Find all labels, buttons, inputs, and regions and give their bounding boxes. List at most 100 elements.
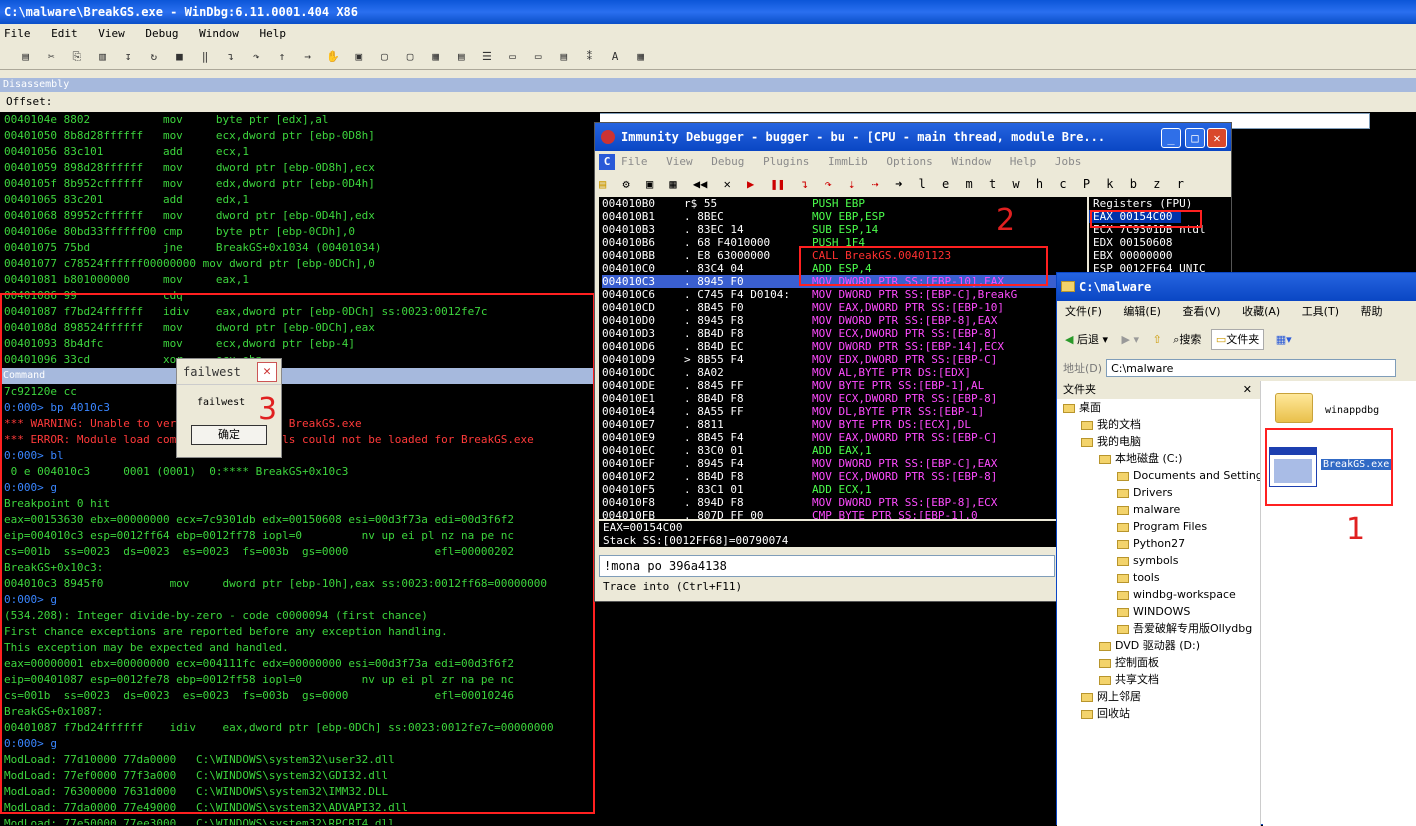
run-to-cursor-icon[interactable]: → <box>298 48 317 66</box>
ex-menu-edit[interactable]: 编辑(E) <box>1123 305 1161 318</box>
command-window-icon[interactable]: ▣ <box>349 48 368 66</box>
im-menu-help[interactable]: Help <box>1010 155 1037 168</box>
cut-icon[interactable]: ✂ <box>42 48 61 66</box>
step-into-icon[interactable]: ↴ <box>801 177 808 191</box>
registers-pane[interactable]: Registers (FPU) EAX 00154C00 ECX 7C9301D… <box>1089 197 1231 277</box>
go-icon[interactable]: ↧ <box>119 48 138 66</box>
paste-icon[interactable]: ▥ <box>93 48 112 66</box>
immunity-title-bar[interactable]: Immunity Debugger - bugger - bu - [CPU -… <box>595 123 1231 151</box>
cpu-row[interactable]: 004010F2 . 8B4D F8 MOV ECX,DWORD PTR SS:[E… <box>602 470 1087 483</box>
source-mode-icon[interactable]: ▤ <box>554 48 573 66</box>
command-bar-input[interactable]: !mona po 396a4138 <box>599 555 1055 577</box>
cpu-row[interactable]: 004010EC . 83C0 01 ADD EAX,1 <box>602 444 1087 457</box>
back-button[interactable]: ◀ 后退 ▾ <box>1065 333 1108 346</box>
minimize-icon[interactable]: _ <box>1161 128 1181 148</box>
disasm-line[interactable]: 00401077 c78524ffffff00000000 mov dword … <box>4 256 600 272</box>
registers-window-icon[interactable]: ▦ <box>426 48 445 66</box>
cpu-row[interactable]: 004010DE . 8845 FF MOV BYTE PTR SS:[EBP-1]… <box>602 379 1087 392</box>
cpu-row[interactable]: 004010D0 . 8945 F8 MOV DWORD PTR SS:[EBP-8… <box>602 314 1087 327</box>
im-menu-jobs[interactable]: Jobs <box>1055 155 1082 168</box>
tb-k[interactable]: k <box>1106 177 1113 191</box>
pause-icon[interactable]: ❚❚ <box>771 177 785 191</box>
step-out-icon[interactable]: ↑ <box>272 48 291 66</box>
trace-over-icon[interactable]: ⇢ <box>872 177 879 191</box>
scratch-pad-icon[interactable]: ▭ <box>529 48 548 66</box>
close-icon[interactable]: ✕ <box>257 362 277 382</box>
tree-node[interactable]: 控制面板 <box>1057 654 1260 671</box>
cpu-row[interactable]: 004010E9 . 8B45 F4 MOV EAX,DWORD PTR SS:[E… <box>602 431 1087 444</box>
tb-h[interactable]: h <box>1036 177 1043 191</box>
open-icon[interactable]: ▤ <box>599 177 606 191</box>
tb-c[interactable]: c <box>1059 177 1066 191</box>
im-menu-plugins[interactable]: Plugins <box>763 155 809 168</box>
grid-icon[interactable]: ▦ <box>669 177 676 191</box>
im-menu-options[interactable]: Options <box>886 155 932 168</box>
disasm-line[interactable]: 00401059 898d28ffffff mov dword ptr [ebp… <box>4 160 600 176</box>
open-icon[interactable]: ▤ <box>16 48 35 66</box>
run-icon[interactable]: ▶ <box>747 177 754 191</box>
tree-node[interactable]: 我的电脑 <box>1057 433 1260 450</box>
tree-node[interactable]: 回收站 <box>1057 705 1260 722</box>
folder-tree[interactable]: 文件夹 ✕ 桌面 我的文档 我的电脑 本地磁盘 (C:) Documents and Se… <box>1057 381 1261 826</box>
cpu-row[interactable]: 004010E7 . 8811 MOV BYTE PTR DS:[ECX],DL <box>602 418 1087 431</box>
tree-node[interactable]: 吾爱破解专用版Ollydbg <box>1057 620 1260 637</box>
cpu-row[interactable]: 004010EF . 8945 F4 MOV DWORD PTR SS:[EBP-C… <box>602 457 1087 470</box>
ex-menu-view[interactable]: 查看(V) <box>1182 305 1220 318</box>
tree-node[interactable]: 我的文档 <box>1057 416 1260 433</box>
disasm-line[interactable]: 00401081 b801000000 mov eax,1 <box>4 272 600 288</box>
ex-menu-favorites[interactable]: 收藏(A) <box>1242 305 1280 318</box>
tree-node[interactable]: 网上邻居 <box>1057 688 1260 705</box>
cpu-row[interactable]: 004010F5 . 83C1 01 ADD ECX,1 <box>602 483 1087 496</box>
ex-menu-file[interactable]: 文件(F) <box>1065 305 1102 318</box>
tb-w[interactable]: w <box>1012 177 1019 191</box>
address-input[interactable]: C:\malware <box>1106 359 1397 377</box>
step-over-icon[interactable]: ↷ <box>825 177 832 191</box>
explorer-title-bar[interactable]: C:\malware <box>1057 273 1416 301</box>
tb-b[interactable]: b <box>1130 177 1137 191</box>
cpu-row[interactable]: 004010CD . 8B45 F0 MOV EAX,DWORD PTR SS:[E… <box>602 301 1087 314</box>
tb-p[interactable]: P <box>1083 177 1090 191</box>
im-menu-file[interactable]: File <box>621 155 648 168</box>
tree-node[interactable]: symbols <box>1057 552 1260 569</box>
im-menu-debug[interactable]: Debug <box>711 155 744 168</box>
tree-node[interactable]: WINDOWS <box>1057 603 1260 620</box>
cpu-row[interactable]: 004010D6 . 8B4D EC MOV DWORD PTR SS:[EBP-1… <box>602 340 1087 353</box>
cpu-row[interactable]: 004010E4 . 8A55 FF MOV DL,BYTE PTR SS:[EBP… <box>602 405 1087 418</box>
disasm-line[interactable]: 00401056 83c101 add ecx,1 <box>4 144 600 160</box>
close-process-icon[interactable]: ✕ <box>724 177 731 191</box>
locals-window-icon[interactable]: ▢ <box>401 48 419 66</box>
tree-node[interactable]: 共享文档 <box>1057 671 1260 688</box>
ex-menu-tools[interactable]: 工具(T) <box>1302 305 1339 318</box>
step-into-icon[interactable]: ↴ <box>221 48 240 66</box>
cpu-row[interactable]: 004010DC . 8A02 MOV AL,BYTE PTR DS:[EDX] <box>602 366 1087 379</box>
disasm-line[interactable]: 00401050 8b8d28ffffff mov ecx,dword ptr … <box>4 128 600 144</box>
forward-arrow-icon[interactable]: ▶ ▾ <box>1122 333 1139 346</box>
menu-file[interactable]: File <box>4 27 31 40</box>
execute-till-return-icon[interactable]: ➜ <box>895 177 902 191</box>
tb-l[interactable]: l <box>919 177 926 191</box>
tb-r[interactable]: r <box>1177 177 1184 191</box>
tree-node[interactable]: DVD 驱动器 (D:) <box>1057 637 1260 654</box>
menu-debug[interactable]: Debug <box>145 27 178 40</box>
tb-e[interactable]: e <box>942 177 949 191</box>
close-icon[interactable]: ✕ <box>1243 381 1252 399</box>
search-button[interactable]: ⌕搜索 <box>1173 333 1201 346</box>
disasm-line[interactable]: 00401065 83c201 add edx,1 <box>4 192 600 208</box>
tree-node[interactable]: Python27 <box>1057 535 1260 552</box>
run-python-icon[interactable]: ⚙ <box>622 177 629 191</box>
menu-edit[interactable]: Edit <box>51 27 78 40</box>
im-menu-window[interactable]: Window <box>951 155 991 168</box>
tb-z[interactable]: z <box>1153 177 1160 191</box>
cpu-row[interactable]: 004010C6 . C745 F4 D0104: MOV DWORD PTR SS… <box>602 288 1087 301</box>
cpu-row[interactable]: 004010F8 . 894D F8 MOV DWORD PTR SS:[EBP-8… <box>602 496 1087 509</box>
memory-window-icon[interactable]: ▤ <box>452 48 471 66</box>
break-icon[interactable]: ‖ <box>196 48 214 66</box>
stop-icon[interactable]: ■ <box>170 48 189 66</box>
watch-window-icon[interactable]: ▢ <box>375 48 394 66</box>
tree-node[interactable]: malware <box>1057 501 1260 518</box>
disasm-line[interactable]: 0040106e 80bd33ffffff00 cmp byte ptr [eb… <box>4 224 600 240</box>
hand-icon[interactable]: ✋ <box>324 48 343 66</box>
tree-node[interactable]: 桌面 <box>1057 399 1260 416</box>
views-icon[interactable]: ▦▾ <box>1276 333 1292 346</box>
step-over-icon[interactable]: ↷ <box>247 48 266 66</box>
